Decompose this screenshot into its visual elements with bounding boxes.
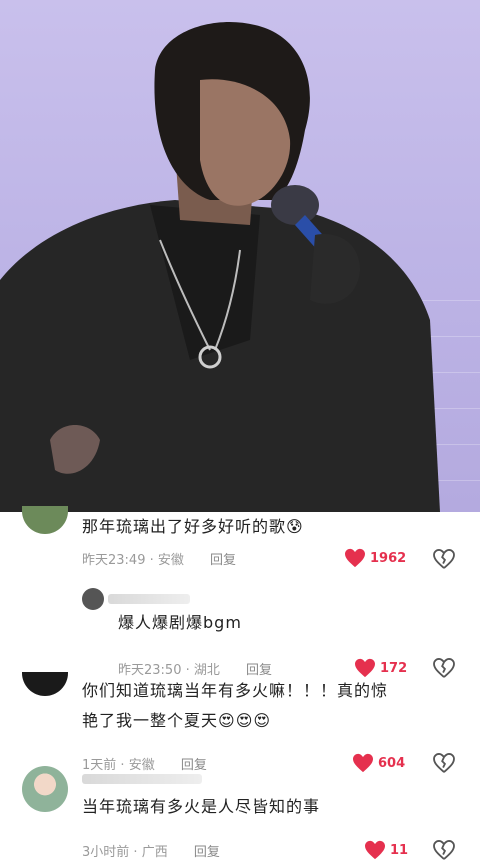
- comment-text: 爆人爆剧爆bgm: [118, 613, 242, 632]
- singer-image: [0, 22, 440, 512]
- comment-body: 那年琉璃出了好多好听的歌: [82, 517, 287, 536]
- comment-list: 那年琉璃出了好多好听的歌😰 昨天23:49 · 安徽 回复 1962 爆人爆剧爆…: [0, 506, 480, 860]
- comment-meta: 昨天23:49 · 安徽 回复: [82, 549, 236, 568]
- broken-heart-icon[interactable]: [433, 658, 455, 678]
- reply-button[interactable]: 回复: [210, 553, 236, 568]
- heart-icon: [365, 840, 385, 860]
- like-button[interactable]: 1962: [344, 548, 406, 568]
- username-placeholder: [82, 774, 202, 784]
- comment-time: 昨天23:49: [82, 553, 146, 568]
- comment-line-2: 艳了我一整个夏天: [82, 711, 219, 730]
- comment-line-1: 你们知道琉璃当年有多火嘛！！！真的惊: [82, 681, 389, 700]
- like-count: 1962: [370, 550, 407, 566]
- comment-item: 那年琉璃出了好多好听的歌😰 昨天23:49 · 安徽 回复 1962: [0, 506, 480, 582]
- heart-icon: [345, 548, 365, 568]
- comment-text: 你们知道琉璃当年有多火嘛！！！真的惊 艳了我一整个夏天😍😍😍: [82, 676, 388, 736]
- broken-heart-icon[interactable]: [433, 840, 455, 860]
- comment-text: 当年琉璃有多火是人尽皆知的事: [82, 797, 321, 816]
- like-count: 172: [380, 660, 408, 676]
- comment-item: 你们知道琉璃当年有多火嘛！！！真的惊 艳了我一整个夏天😍😍😍 1天前 · 安徽 …: [0, 672, 480, 773]
- separator: ·: [149, 553, 154, 568]
- like-button[interactable]: 11: [364, 840, 408, 860]
- comment-reply-item: 爆人爆剧爆bgm 昨天23:50 · 湖北 回复 172: [0, 584, 480, 678]
- like-button[interactable]: 172: [354, 658, 407, 678]
- avatar[interactable]: [22, 506, 68, 534]
- like-count: 11: [390, 842, 409, 858]
- emoji: 😰: [286, 517, 304, 536]
- broken-heart-icon[interactable]: [433, 549, 455, 569]
- comment-text: 那年琉璃出了好多好听的歌😰: [82, 512, 304, 542]
- heart-icon: [355, 658, 375, 678]
- avatar[interactable]: [22, 766, 68, 812]
- avatar[interactable]: [22, 672, 68, 696]
- emoji: 😍😍😍: [218, 711, 272, 730]
- comment-location: 安徽: [157, 553, 184, 568]
- comment-item: 当年琉璃有多火是人尽皆知的事 3小时前 · 广西 回复 11: [0, 766, 480, 860]
- video-player[interactable]: [0, 0, 480, 512]
- avatar[interactable]: [82, 588, 104, 610]
- username-placeholder: [108, 594, 190, 604]
- comment-meta: 3小时前 · 广西 回复: [82, 841, 220, 860]
